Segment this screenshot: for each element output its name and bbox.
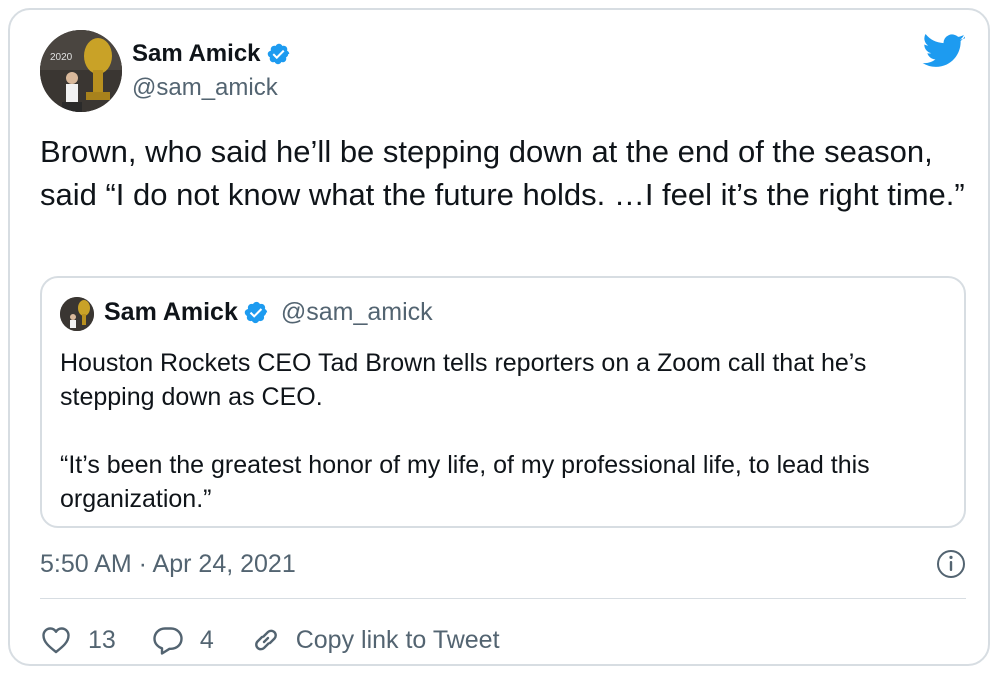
author-handle[interactable]: @sam_amick [132, 74, 278, 102]
tweet-meta-row: 5:50 AM · Apr 24, 2021 [40, 544, 966, 584]
verified-badge-icon [244, 301, 268, 324]
author-name-row[interactable]: Sam Amick [132, 40, 291, 68]
quoted-author-row: Sam Amick @sam_amick [104, 298, 433, 327]
tweet-actions: 13 4 Copy link to Tweet [40, 618, 536, 662]
link-icon [254, 629, 277, 651]
copy-link-label: Copy link to Tweet [295, 625, 500, 654]
quoted-author-handle: @sam_amick [280, 298, 433, 326]
quoted-paragraph: Houston Rockets CEO Tad Brown tells repo… [60, 349, 867, 411]
divider [40, 598, 966, 599]
reply-bubble-icon [153, 627, 183, 655]
author-avatar[interactable]: 2020 [40, 30, 122, 112]
info-icon[interactable] [936, 549, 966, 579]
twitter-bird-icon[interactable] [922, 34, 966, 70]
tweet-timestamp[interactable]: 5:50 AM · Apr 24, 2021 [40, 550, 296, 579]
like-count: 13 [88, 625, 116, 654]
quoted-tweet[interactable]: Sam Amick @sam_amick Houston Rockets CEO… [40, 276, 966, 528]
heart-icon [42, 627, 70, 654]
reply-count: 4 [199, 625, 214, 654]
verified-badge-icon [267, 43, 289, 65]
tweet-card: 2020 Sam Amick @sam_amick Brown, who sai… [8, 8, 990, 666]
quoted-author-name: Sam Amick [104, 298, 238, 326]
copy-link-button[interactable]: Copy link to Tweet [250, 624, 500, 656]
quoted-tweet-text: Houston Rockets CEO Tad Brown tells repo… [60, 346, 950, 516]
tweet-text: Brown, who said he’ll be stepping down a… [40, 134, 965, 212]
like-button[interactable]: 13 [40, 624, 116, 656]
quoted-author-avatar[interactable] [60, 297, 94, 331]
svg-text:2020: 2020 [50, 52, 73, 63]
quoted-paragraph: “It’s been the greatest honor of my life… [60, 451, 870, 513]
author-name[interactable]: Sam Amick [132, 40, 261, 68]
reply-button[interactable]: 4 [152, 624, 214, 656]
